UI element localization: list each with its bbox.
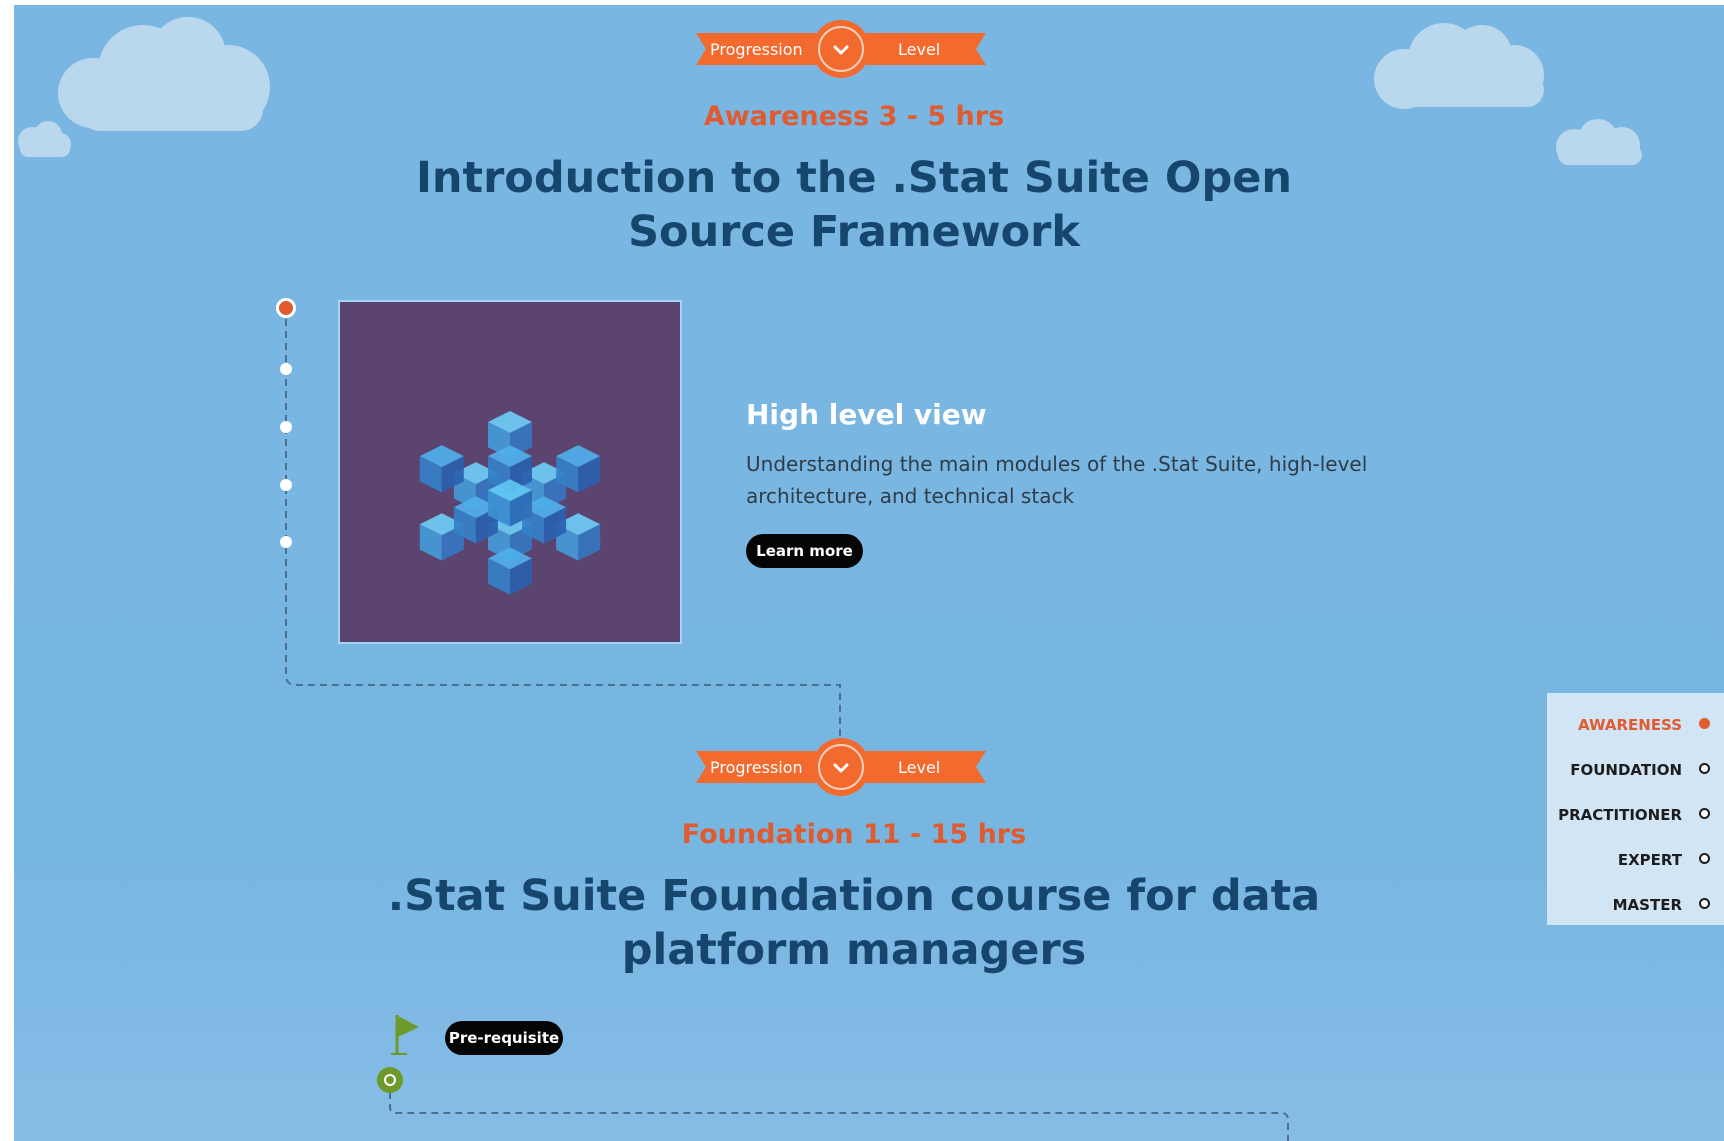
level-nav-label: EXPERT [1617, 851, 1682, 869]
level-nav-label: FOUNDATION [1570, 761, 1682, 779]
prerequisite-step-marker[interactable] [377, 1067, 403, 1093]
module-title: High level view [746, 398, 987, 431]
ribbon-progression-label: Progression [710, 758, 803, 777]
page-background: Progression Level Awareness 3 - 5 hrs In… [14, 5, 1724, 1141]
step-marker[interactable] [280, 479, 292, 491]
step-marker-active[interactable] [276, 298, 296, 318]
prerequisite-button[interactable]: Pre-requisite [445, 1021, 563, 1055]
step-marker[interactable] [280, 536, 292, 548]
level-nav-label: MASTER [1612, 896, 1682, 914]
ribbon-level-label: Level [898, 758, 941, 777]
level-navigation: AWARENESS FOUNDATION PRACTITIONER EXPERT… [1547, 693, 1724, 925]
step-marker[interactable] [280, 363, 292, 375]
level-nav-item-foundation[interactable]: FOUNDATION [1547, 755, 1724, 785]
level-nav-dot [1699, 853, 1710, 864]
flag-icon [391, 1015, 419, 1055]
level-duration: Foundation 11 - 15 hrs [681, 819, 1027, 850]
step-marker[interactable] [280, 421, 292, 433]
learn-more-button[interactable]: Learn more [746, 534, 863, 568]
progression-level-ribbon: Progression Level [696, 735, 986, 799]
course-title-line: platform managers [621, 925, 1087, 975]
level-nav-label: AWARENESS [1578, 716, 1682, 734]
level-nav-dot [1699, 898, 1710, 909]
module-description: Understanding the main modules of the .S… [746, 452, 1368, 508]
course-title: .Stat Suite Foundation course for data p… [14, 869, 1694, 977]
level-nav-dot [1699, 808, 1710, 819]
level-nav-item-master[interactable]: MASTER [1547, 890, 1724, 920]
level-nav-dot [1699, 718, 1710, 729]
level-nav-label: PRACTITIONER [1558, 806, 1682, 824]
level-toggle-button[interactable] [811, 737, 871, 797]
course-title-line: .Stat Suite Foundation course for data [387, 871, 1321, 921]
level-nav-item-practitioner[interactable]: PRACTITIONER [1547, 800, 1724, 830]
level-nav-dot [1699, 763, 1710, 774]
module-thumbnail [338, 300, 682, 644]
level-nav-item-awareness[interactable]: AWARENESS [1547, 710, 1724, 740]
chevron-down-icon [812, 738, 870, 796]
level-nav-item-expert[interactable]: EXPERT [1547, 845, 1724, 875]
cube-grid-icon [419, 411, 601, 595]
